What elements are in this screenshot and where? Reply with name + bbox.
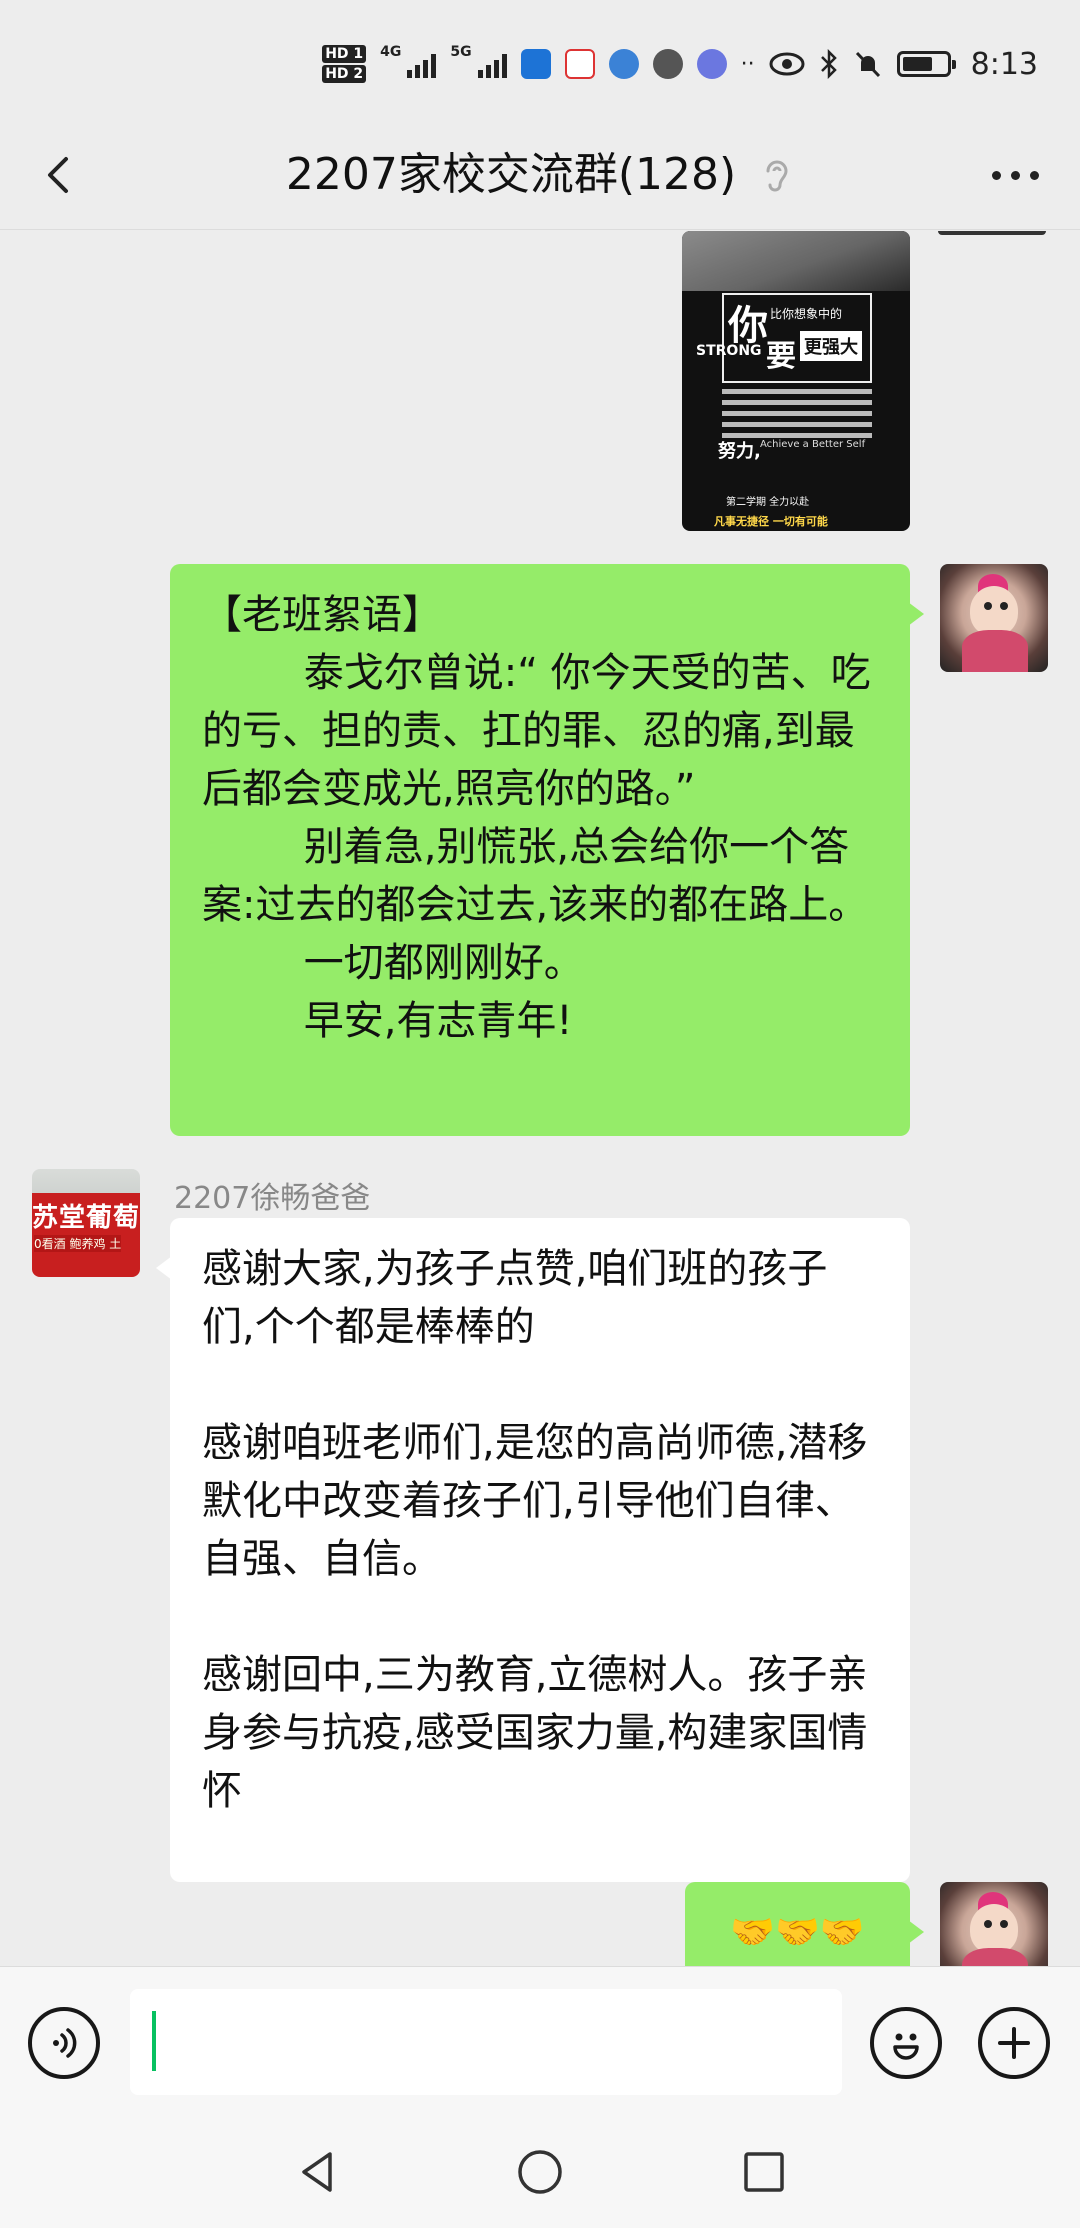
sim2-label: HD 2 bbox=[322, 65, 367, 83]
voice-icon[interactable] bbox=[28, 2007, 100, 2079]
message-input[interactable] bbox=[130, 1989, 842, 2095]
nav-home-icon[interactable] bbox=[512, 2144, 568, 2200]
wechat-icon bbox=[652, 49, 683, 79]
signal-icon bbox=[407, 50, 437, 78]
nav-back-icon[interactable] bbox=[290, 2144, 346, 2200]
net1-label: 4G bbox=[380, 44, 402, 60]
signal-icon-2 bbox=[477, 50, 507, 78]
sender-avatar[interactable]: 苏堂葡萄 0看酒 鲍养鸡 土 bbox=[32, 1169, 140, 1277]
more-notifications-icon: ·· bbox=[740, 51, 755, 77]
message-bubble-sent[interactable]: 【老班絮语】 泰戈尔曾说:“ 你今天受的苦、吃的亏、担的责、扛的罪、忍的痛,到最… bbox=[170, 564, 924, 1136]
sim-indicator: HD 1 HD 2 bbox=[322, 44, 367, 84]
mute-bell-icon bbox=[855, 51, 880, 78]
poster-footer-2: 凡事无捷径 一切有可能 bbox=[714, 515, 828, 528]
poster-yao: 要 bbox=[766, 339, 796, 374]
poster-box-text: 更强大 bbox=[800, 331, 862, 361]
poster-small-text: 比你想象中的 bbox=[770, 307, 843, 321]
battery-icon bbox=[896, 51, 956, 77]
poster-footer-1: 第二学期 全力以赴 bbox=[726, 497, 810, 508]
sim1-label: HD 1 bbox=[322, 45, 367, 63]
text-cursor bbox=[152, 2011, 156, 2071]
avatar-partial bbox=[938, 231, 1046, 235]
input-bar bbox=[0, 1966, 1080, 2116]
poster-nuli: 努力, bbox=[718, 441, 761, 462]
sender-name[interactable]: 2207徐畅爸爸 bbox=[174, 1173, 370, 1217]
image-message[interactable]: 你 比你想象中的 STRONG 要 更强大 努力, Achieve a Bett… bbox=[682, 231, 910, 531]
eye-icon bbox=[769, 52, 805, 76]
clock: 8:13 bbox=[970, 46, 1038, 82]
music-icon bbox=[696, 49, 727, 79]
net2-label: 5G bbox=[450, 44, 472, 60]
my-avatar[interactable] bbox=[940, 1882, 1048, 1966]
emoji-icon[interactable] bbox=[870, 2007, 942, 2079]
chat-title-container: 2207家校交流群(128) bbox=[0, 142, 1080, 208]
avatar-sign-text: 苏堂葡萄 bbox=[32, 1203, 140, 1233]
chat-title[interactable]: 2207家校交流群(128) bbox=[286, 142, 736, 208]
nav-recents-icon[interactable] bbox=[736, 2144, 792, 2200]
emoji-message[interactable]: 🤝🤝🤝 bbox=[685, 1882, 924, 1966]
ear-icon bbox=[766, 160, 788, 192]
system-nav-bar bbox=[0, 2116, 1080, 2228]
app-notification-icon bbox=[520, 49, 551, 79]
poster-strong: STRONG bbox=[696, 343, 762, 359]
plus-circle-icon[interactable] bbox=[978, 2007, 1050, 2079]
my-avatar[interactable] bbox=[940, 564, 1048, 672]
browser-icon bbox=[608, 49, 639, 79]
avatar-sub-text: 0看酒 鲍养鸡 土 bbox=[34, 1235, 122, 1252]
poster-tagline: Achieve a Better Self bbox=[760, 439, 866, 450]
message-list[interactable]: 你 比你想象中的 STRONG 要 更强大 努力, Achieve a Bett… bbox=[0, 231, 1080, 1966]
more-horizontal-icon[interactable] bbox=[980, 150, 1050, 200]
chat-header: 2207家校交流群(128) bbox=[0, 120, 1080, 230]
poster-body-lines bbox=[722, 389, 872, 444]
wps-icon bbox=[564, 49, 595, 79]
message-bubble-received[interactable]: 感谢大家,为孩子点赞,咱们班的孩子们,个个都是棒棒的 感谢咱班老师们,是您的高尚… bbox=[156, 1218, 910, 1882]
bluetooth-icon bbox=[820, 49, 837, 79]
status-bar: HD 1 HD 2 4G 5G ·· 8:13 bbox=[0, 0, 1080, 120]
